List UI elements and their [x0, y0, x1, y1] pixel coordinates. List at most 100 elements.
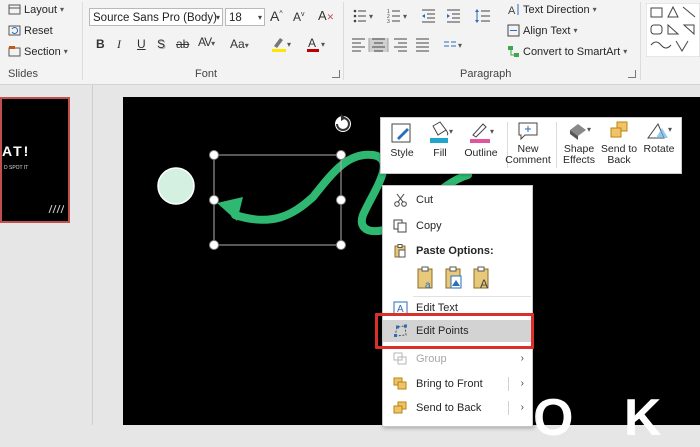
layout-button[interactable]: Layout ▾ [8, 3, 64, 16]
shape-style-icon [391, 123, 411, 143]
layout-icon [8, 4, 21, 15]
chevron-right-icon[interactable]: › [521, 397, 524, 419]
svg-text:A: A [508, 5, 516, 16]
slide-thumbnail[interactable]: AT! D SPOT IT [0, 97, 70, 223]
change-case-button[interactable]: Aa▾ [230, 37, 249, 51]
smartart-label: Convert to SmartArt [523, 45, 621, 58]
context-menu: Cut Copy Paste Options: a A A Edit Text … [382, 185, 533, 427]
menu-item-send-to-back[interactable]: Send to Back › [383, 397, 532, 419]
font-size-value: 18 [229, 12, 242, 24]
svg-text:▾: ▾ [403, 12, 407, 21]
ribbon-divider [82, 2, 83, 80]
clipboard-icon [394, 244, 406, 258]
font-dialog-launcher-icon[interactable] [332, 70, 340, 78]
send-to-back-button[interactable]: Send to Back [599, 120, 639, 166]
smartart-icon [508, 46, 519, 57]
align-right-icon [394, 38, 407, 52]
menu-item-label: Cut [416, 194, 434, 206]
mini-toolbar: Style ▾ Fill ▾ Outline New Comment ▾ Sha… [380, 117, 682, 174]
chevron-right-icon: › [520, 353, 524, 364]
increase-font-icon[interactable]: A^ [270, 8, 283, 24]
chevron-right-icon[interactable]: › [521, 373, 524, 395]
thumbnail-title: AT! [2, 143, 31, 159]
menu-item-label: Paste Options: [416, 245, 494, 257]
italic-button[interactable]: I [117, 37, 121, 52]
new-comment-button[interactable]: New Comment [505, 120, 551, 166]
ribbon-divider [343, 2, 344, 80]
menu-item-cut[interactable]: Cut [383, 189, 532, 211]
decrease-indent-icon [422, 9, 435, 23]
chevron-down-icon: ▾ [60, 5, 65, 14]
font-size-combo[interactable]: 18 ▾ [225, 8, 265, 26]
shapes-gallery[interactable] [646, 3, 700, 57]
outline-button[interactable]: ▾ Outline [463, 120, 499, 159]
selection-handles [209, 150, 346, 250]
chevron-down-icon: ▾ [257, 13, 262, 22]
text-direction-button[interactable]: A Text Direction ▾ [507, 3, 597, 17]
svg-text:▾: ▾ [668, 125, 672, 134]
paragraph-dialog-launcher-icon[interactable] [628, 70, 636, 78]
group-icon [393, 352, 407, 365]
shape-effects-button[interactable]: ▾ Shape Effects [559, 120, 599, 166]
svg-text:▾: ▾ [458, 41, 462, 50]
section-icon [8, 46, 21, 57]
thumbnail-subtitle: D SPOT IT [4, 165, 29, 171]
outline-label: Outline [464, 147, 498, 159]
ribbon: Layout ▾ Reset Section ▾ Slides Source S… [0, 0, 700, 85]
style-label: Style [390, 147, 414, 159]
underline-button[interactable]: U [137, 37, 146, 51]
increase-indent-icon [447, 9, 460, 23]
font-name-value: Source Sans Pro (Body) [93, 12, 218, 24]
submenu-divider [508, 377, 509, 391]
rotate-icon: ▾ [647, 122, 672, 139]
alignment-buttons: ▾ [352, 38, 462, 52]
menu-item-copy[interactable]: Copy [383, 215, 532, 237]
menu-item-label: Copy [416, 220, 442, 232]
menu-item-label: Bring to Front [416, 378, 483, 390]
ribbon-divider [640, 2, 641, 80]
menu-item-bring-to-front[interactable]: Bring to Front › [383, 373, 532, 395]
paste-keep-text-only-icon: A [473, 266, 489, 291]
layout-label: Layout [24, 3, 58, 16]
strikethrough-button[interactable]: ab [176, 37, 189, 51]
menu-item-label: Group [416, 353, 447, 365]
font-name-combo[interactable]: Source Sans Pro (Body) ▾ [89, 8, 223, 26]
numbering-icon: 123 ▾ [387, 9, 407, 24]
clear-formatting-icon[interactable]: A✕ [318, 8, 334, 23]
highlighter-icon[interactable]: ▾ [270, 35, 292, 53]
chevron-down-icon: ▾ [592, 5, 597, 14]
menu-item-label: Send to Back [416, 402, 482, 414]
fill-button[interactable]: ▾ Fill [425, 120, 455, 159]
svg-text:3: 3 [387, 19, 390, 24]
reset-label: Reset [24, 24, 53, 37]
chevron-down-icon: ▾ [623, 47, 628, 56]
rotate-button[interactable]: ▾ Rotate [641, 120, 677, 155]
paste-as-picture-icon [445, 266, 462, 289]
align-text-label: Align Text [523, 24, 571, 37]
svg-text:a: a [425, 280, 431, 291]
svg-text:▾: ▾ [321, 40, 325, 49]
mini-toolbar-divider [556, 122, 557, 168]
chevron-down-icon: ▾ [211, 39, 215, 48]
shadow-button[interactable]: S [157, 37, 165, 51]
send-to-back-icon [610, 121, 628, 138]
font-color-icon[interactable]: A ▾ [305, 35, 327, 53]
paste-option-icons: a A [417, 266, 489, 291]
justify-icon [416, 38, 429, 52]
bullets-icon: ▾ [353, 9, 373, 23]
reset-button[interactable]: Reset [8, 24, 53, 37]
convert-to-smartart-button[interactable]: Convert to SmartArt ▾ [507, 45, 627, 58]
send-to-back-label-2: Back [607, 154, 631, 166]
edit-points-highlight [375, 313, 534, 349]
svg-text:A: A [308, 36, 316, 50]
decrease-font-icon[interactable]: Av [293, 10, 305, 24]
character-spacing-button[interactable]: AV▾ [198, 35, 215, 49]
style-button[interactable]: Style [387, 120, 417, 159]
svg-text:▾: ▾ [587, 125, 591, 134]
bold-button[interactable]: B [96, 37, 105, 51]
outline-pen-icon: ▾ [470, 123, 494, 143]
copy-icon [393, 219, 407, 233]
align-text-button[interactable]: Align Text ▾ [507, 24, 578, 37]
menu-item-paste-options: Paste Options: [383, 240, 532, 262]
section-button[interactable]: Section ▾ [8, 45, 68, 58]
